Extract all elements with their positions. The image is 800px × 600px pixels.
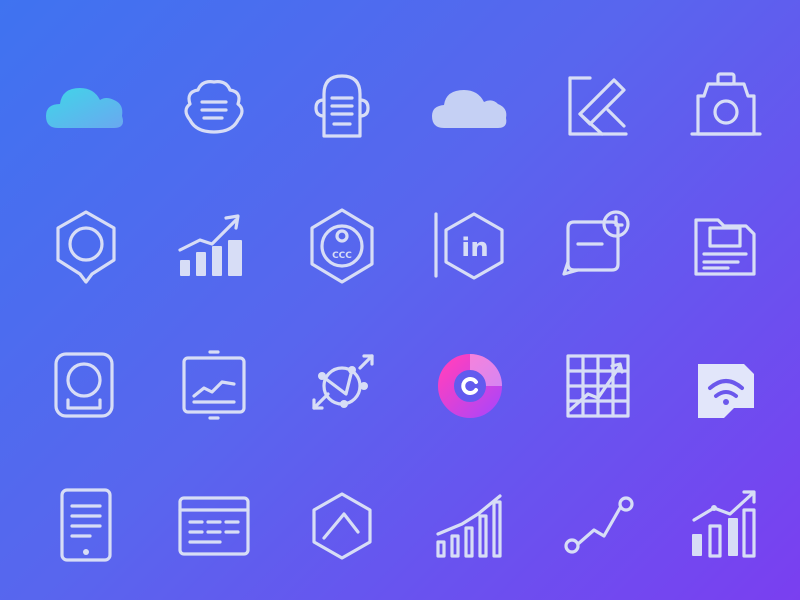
donut-ring-icon (406, 316, 534, 456)
network-nodes-icon (278, 316, 406, 456)
icon-set-canvas: CCC in (0, 0, 800, 600)
linkedin-text: in (461, 233, 488, 263)
browser-layout-icon (150, 456, 278, 596)
linkedin-hexagon-icon: in (406, 176, 534, 316)
line-graph-icon (534, 456, 662, 596)
folder-document-icon (662, 176, 790, 316)
edit-crop-icon (534, 36, 662, 176)
camera-box-icon (662, 36, 790, 176)
growth-chart-icon (150, 176, 278, 316)
screen-clock-icon (534, 176, 662, 316)
trend-bars-icon (662, 456, 790, 596)
hexagon-pin-icon (22, 176, 150, 316)
badge-text: CCC (332, 251, 352, 261)
monitor-chart-icon (150, 316, 278, 456)
icon-grid: CCC in (22, 36, 790, 596)
rounded-frame-icon (22, 316, 150, 456)
wifi-box-icon (662, 316, 790, 456)
document-scroll-icon (278, 36, 406, 176)
grid-chart-icon (534, 316, 662, 456)
tablet-document-icon (22, 456, 150, 596)
cloud-icon (406, 36, 534, 176)
hexagon-clock-badge-icon: CCC (278, 176, 406, 316)
hexagon-box-icon (278, 456, 406, 596)
cloud-gradient-icon (22, 36, 150, 176)
bar-chart-icon (406, 456, 534, 596)
food-bowl-icon (150, 36, 278, 176)
